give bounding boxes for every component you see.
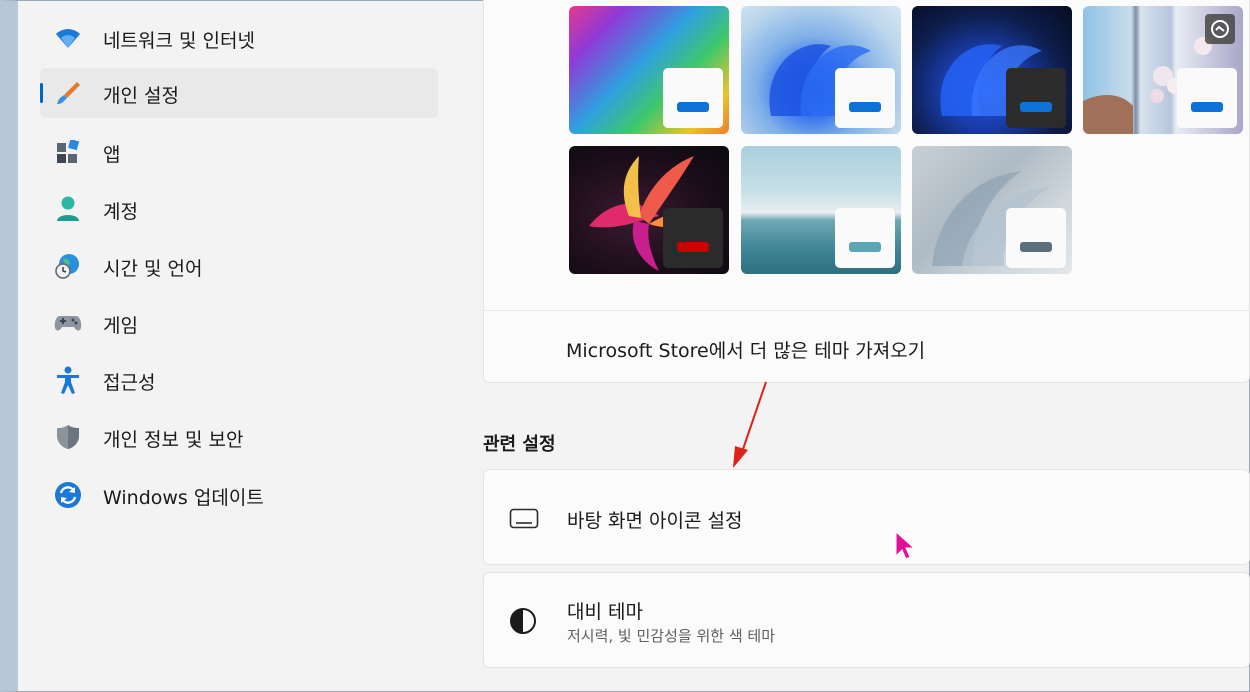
sidebar-item-label: 앱 xyxy=(103,144,121,166)
accent-swatch xyxy=(677,242,709,252)
theme-preview-badge xyxy=(1006,208,1066,268)
theme-preview-badge xyxy=(1006,68,1066,128)
apps-icon xyxy=(54,139,82,165)
theme-preview-badge xyxy=(835,68,895,128)
sidebar-item-network[interactable]: 네트워크 및 인터넷 xyxy=(40,13,438,63)
theme-preview-badge xyxy=(1177,68,1237,128)
sidebar-item-personalization[interactable]: 개인 설정 xyxy=(40,68,438,118)
selection-indicator xyxy=(40,83,43,103)
accent-swatch xyxy=(677,102,709,112)
theme-tile-lake[interactable] xyxy=(741,146,901,274)
contrast-themes-row[interactable]: 대비 테마 저시력, 빛 민감성을 위한 색 테마 xyxy=(483,572,1250,668)
sidebar-item-apps[interactable]: 앱 xyxy=(40,127,438,177)
accent-swatch xyxy=(1020,242,1052,252)
brush-icon xyxy=(54,80,82,106)
theme-tile-flow[interactable] xyxy=(912,146,1072,274)
sidebar-item-label: 게임 xyxy=(103,315,138,337)
sidebar-item-accounts[interactable]: 계정 xyxy=(40,184,438,234)
theme-preview-badge xyxy=(663,208,723,268)
sidebar-item-label: 계정 xyxy=(103,201,138,223)
divider xyxy=(483,310,1250,311)
theme-tile-windows-light[interactable] xyxy=(741,6,901,134)
row-title: 대비 테마 xyxy=(567,601,643,623)
accent-swatch xyxy=(849,242,881,252)
sidebar-item-label: 시간 및 언어 xyxy=(103,258,203,280)
accent-swatch xyxy=(1191,102,1223,112)
sidebar-item-label: 네트워크 및 인터넷 xyxy=(103,30,255,52)
globe-clock-icon xyxy=(54,253,82,279)
desktop-icon-settings-row[interactable]: 바탕 화면 아이콘 설정 xyxy=(483,469,1250,565)
accent-swatch xyxy=(849,102,881,112)
monitor-icon xyxy=(509,508,539,534)
row-subtitle: 저시력, 빛 민감성을 위한 색 테마 xyxy=(567,627,776,645)
sidebar-item-accessibility[interactable]: 접근성 xyxy=(40,355,438,405)
related-settings-heading: 관련 설정 xyxy=(483,434,556,455)
sidebar-item-label: 개인 정보 및 보안 xyxy=(103,429,244,451)
accessibility-icon xyxy=(54,366,82,394)
sidebar-item-label: 접근성 xyxy=(103,372,156,394)
sidebar-item-privacy-security[interactable]: 개인 정보 및 보안 xyxy=(40,412,438,462)
theme-tile-blossom[interactable] xyxy=(1083,6,1243,134)
person-icon xyxy=(54,196,82,222)
sidebar-item-windows-update[interactable]: Windows 업데이트 xyxy=(40,470,438,520)
theme-preview-badge xyxy=(663,68,723,128)
sidebar-item-label: Windows 업데이트 xyxy=(103,487,264,509)
selected-check-icon xyxy=(1205,14,1235,44)
row-title: 바탕 화면 아이콘 설정 xyxy=(567,510,743,532)
sidebar-item-time-language[interactable]: 시간 및 언어 xyxy=(40,241,438,291)
theme-preview-badge xyxy=(835,208,895,268)
store-themes-link[interactable]: Microsoft Store에서 더 많은 테마 가져오기 xyxy=(566,336,925,363)
shield-icon xyxy=(54,424,82,450)
sidebar-item-label: 개인 설정 xyxy=(103,85,179,107)
sidebar: 네트워크 및 인터넷 개인 설정 앱 계정 시간 및 언어 게임 접근성 개인 … xyxy=(18,0,458,692)
theme-tile-windows-dark[interactable] xyxy=(912,6,1072,134)
theme-tile-glow[interactable] xyxy=(569,146,729,274)
gamepad-icon xyxy=(54,310,82,336)
wifi-icon xyxy=(54,25,82,51)
annotation-arrow xyxy=(733,381,767,468)
accent-swatch xyxy=(1020,102,1052,112)
theme-tile-rainbow[interactable] xyxy=(569,6,729,134)
contrast-icon xyxy=(509,607,537,639)
update-icon xyxy=(54,482,82,508)
sidebar-item-gaming[interactable]: 게임 xyxy=(40,298,438,348)
